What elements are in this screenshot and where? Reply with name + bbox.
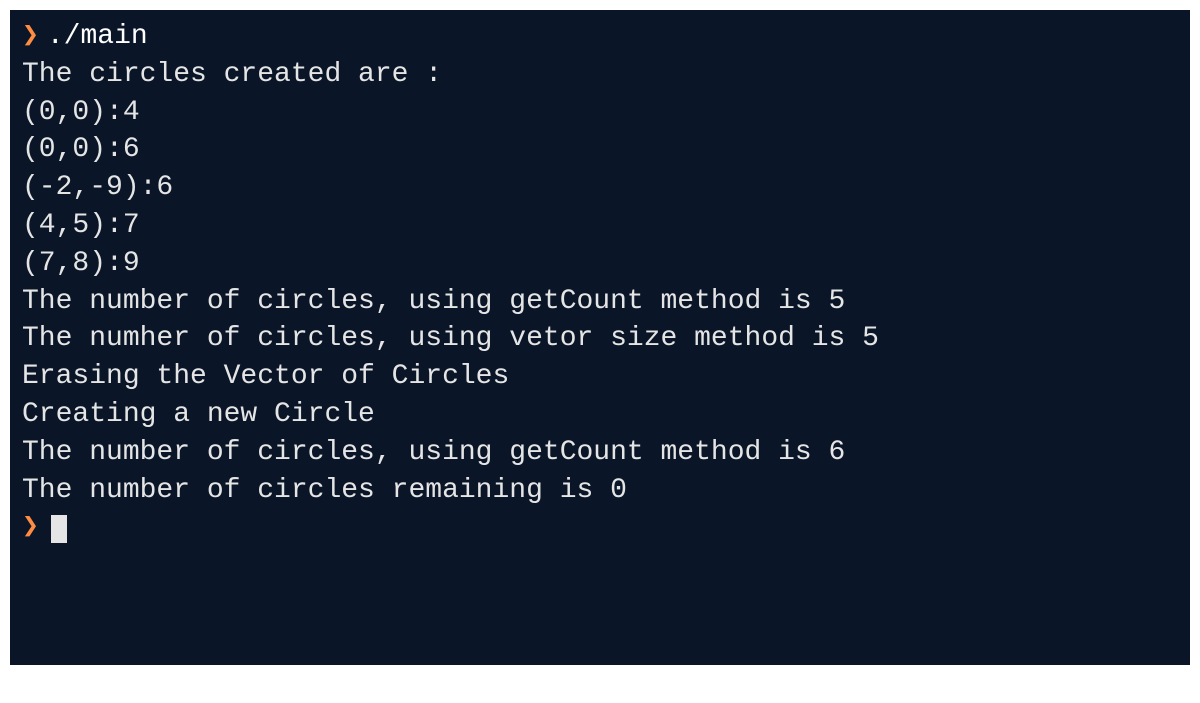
prompt-symbol-icon: ❯: [22, 512, 39, 543]
terminal-window[interactable]: ❯ ./main The circles created are : (0,0):…: [10, 10, 1190, 665]
output-line: The number of circles, using getCount me…: [22, 434, 1178, 472]
output-line: (0,0):4: [22, 94, 1178, 132]
output-line: (7,8):9: [22, 245, 1178, 283]
prompt-line[interactable]: ❯: [22, 509, 1178, 547]
output-line: (4,5):7: [22, 207, 1178, 245]
cursor-icon: [51, 515, 67, 543]
output-line: Creating a new Circle: [22, 396, 1178, 434]
output-line: The numher of circles, using vetor size …: [22, 320, 1178, 358]
output-line: The number of circles, using getCount me…: [22, 283, 1178, 321]
output-line: (-2,-9):6: [22, 169, 1178, 207]
prompt-symbol-icon: ❯: [22, 21, 39, 52]
output-line: The circles created are :: [22, 56, 1178, 94]
command-text: ./main: [47, 21, 148, 52]
command-line: ❯ ./main: [22, 18, 1178, 56]
output-line: Erasing the Vector of Circles: [22, 358, 1178, 396]
output-line: The number of circles remaining is 0: [22, 472, 1178, 510]
output-line: (0,0):6: [22, 131, 1178, 169]
